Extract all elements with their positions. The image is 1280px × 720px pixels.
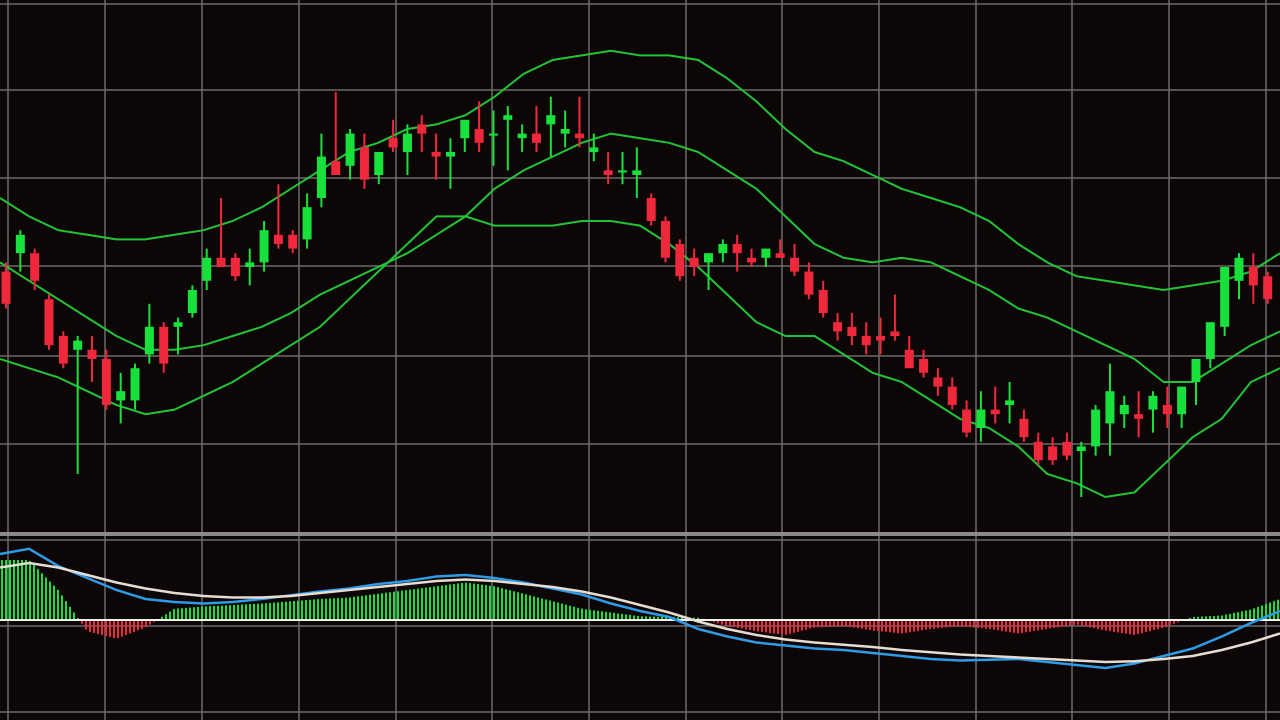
candle-body [359, 147, 369, 180]
candle-body [1091, 409, 1101, 447]
candle-body [1033, 441, 1043, 461]
candle-body [503, 115, 513, 120]
candle-body [316, 156, 326, 198]
candle-body [1, 271, 11, 304]
candle-body [488, 133, 498, 136]
candle-body [632, 170, 642, 175]
candle-body [116, 391, 126, 401]
candle-body [876, 336, 886, 341]
candle-body [417, 124, 427, 134]
candle-body [790, 257, 800, 272]
candle-body [159, 326, 169, 364]
candle-body [1134, 414, 1144, 419]
candle-body [1119, 405, 1129, 415]
candle-body [101, 359, 111, 405]
candlestick-macd-chart [0, 0, 1280, 720]
candle-body [962, 409, 972, 433]
candle-body [187, 290, 197, 313]
candle-body [976, 409, 986, 428]
candle-body [445, 152, 455, 157]
candle-body [431, 152, 441, 157]
candle-body [890, 331, 900, 336]
candle-body [1062, 441, 1072, 456]
candle-body [747, 257, 757, 263]
candle-body [718, 244, 728, 254]
candle-body [374, 152, 384, 175]
candle-body [775, 253, 785, 258]
candle-body [1234, 257, 1244, 281]
candle-body [1205, 322, 1215, 359]
candle-body [273, 234, 283, 244]
candle-body [1048, 446, 1058, 461]
candle-body [245, 262, 255, 267]
candle-body [704, 253, 714, 263]
candle-body [144, 326, 154, 355]
candle-body [933, 377, 943, 387]
candle-body [30, 253, 40, 281]
candle-body [560, 129, 570, 134]
candle-body [617, 170, 627, 173]
candle-body [216, 257, 226, 267]
candle-body [230, 257, 240, 277]
candle-body [87, 349, 97, 359]
candle-body [1148, 395, 1158, 410]
candle-body [402, 133, 412, 152]
candle-body [1248, 267, 1258, 286]
candle-body [345, 133, 355, 166]
candle-body [1076, 446, 1086, 451]
bearish-candle [661, 216, 671, 263]
candle-body [302, 207, 312, 240]
candle-body [1105, 391, 1115, 424]
candle-body [58, 336, 68, 364]
candle-body [517, 133, 527, 139]
candle-body [460, 119, 470, 139]
candle-body [173, 322, 183, 327]
candle-body [589, 147, 599, 152]
candle-body [202, 257, 212, 281]
candle-body [847, 326, 857, 336]
candle-body [44, 299, 54, 346]
candle-body [990, 409, 1000, 415]
bearish-candle [646, 193, 656, 226]
bullish-candle [187, 285, 197, 318]
candle-body [73, 340, 83, 350]
candle-body [919, 359, 929, 373]
candle-body [761, 248, 771, 258]
candle-body [603, 170, 613, 175]
candle-body [804, 271, 814, 295]
candle-body [1191, 359, 1201, 382]
candle-body [904, 349, 914, 369]
candle-body [947, 386, 957, 405]
candle-body [689, 257, 699, 267]
bearish-candle [1263, 271, 1273, 304]
candle-body [15, 234, 25, 254]
candle-body [732, 244, 742, 254]
candle-body [574, 133, 584, 139]
candle-body [1162, 405, 1172, 415]
candle-body [546, 115, 556, 125]
candle-body [818, 290, 828, 313]
candle-body [1220, 267, 1230, 327]
bearish-candle [58, 331, 68, 369]
candle-body [130, 368, 140, 401]
candle-body [646, 198, 656, 221]
candle-body [833, 322, 843, 332]
bearish-candle [675, 239, 685, 281]
candle-body [1177, 386, 1187, 415]
candle-body [1019, 418, 1029, 438]
bearish-candle [44, 294, 54, 350]
candle-body [474, 129, 484, 143]
candle-body [861, 336, 871, 346]
candle-body [1005, 400, 1015, 405]
candle-body [1263, 276, 1273, 300]
trading-chart [0, 0, 1280, 720]
candle-body [388, 138, 398, 148]
bullish-candle [1220, 267, 1230, 336]
candle-body [675, 244, 685, 277]
candle-body [661, 221, 671, 258]
candle-body [331, 161, 341, 175]
candle-body [288, 234, 298, 249]
candle-body [259, 230, 269, 263]
candle-body [531, 133, 541, 143]
